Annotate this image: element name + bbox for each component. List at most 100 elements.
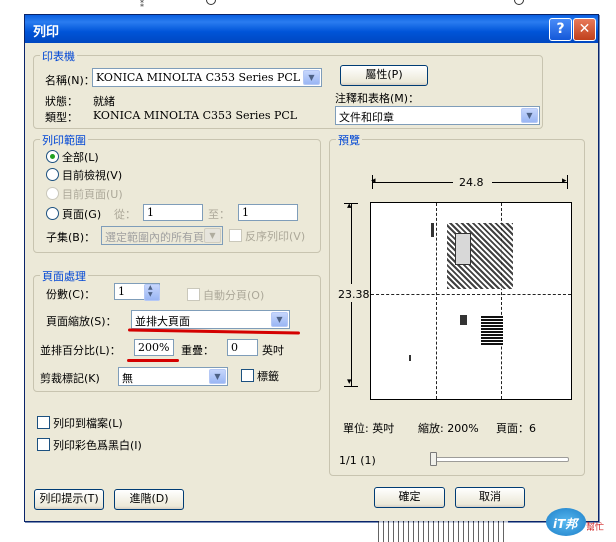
chevron-down-icon[interactable]: ▼ — [209, 369, 226, 384]
chevron-down-icon: ▼ — [204, 228, 221, 243]
properties-button[interactable]: 屬性(P) — [340, 65, 428, 86]
dim-width-line-left — [373, 182, 453, 183]
arrow-up-icon: ▴ — [347, 201, 352, 211]
comments-label: 注釋和表格(M)： — [335, 92, 420, 105]
radio-current-view-label: 目前檢視(V) — [62, 169, 123, 182]
dim-height-line-top — [351, 204, 352, 284]
radio-current-page-label: 目前頁面(U) — [62, 188, 123, 201]
site-logo: iT邦 幫忙 — [546, 508, 610, 538]
background-circle-icon — [206, 0, 216, 5]
overlap-label: 重疊： — [181, 344, 214, 357]
subset-select: 選定範圍內的所有頁 ▼ — [101, 226, 223, 245]
to-label: 至： — [208, 208, 230, 221]
annotation-underline — [127, 359, 179, 362]
radio-all-label: 全部(L) — [62, 151, 99, 164]
arrow-left-icon: ◂ — [371, 176, 376, 186]
overlap-unit: 英吋 — [262, 344, 284, 357]
dim-height-line-bottom — [351, 302, 352, 386]
preview-page-index: 1/1 (1) — [339, 454, 376, 467]
radio-all[interactable] — [46, 150, 59, 163]
tile-guide-h — [371, 294, 571, 295]
close-button[interactable]: ✕ — [573, 18, 596, 41]
cut-marks-select[interactable]: 無 ▼ — [118, 367, 228, 386]
subset-value: 選定範圍內的所有頁 — [105, 231, 204, 244]
radio-pages[interactable] — [46, 207, 59, 220]
spin-down-icon[interactable]: ▼ — [148, 291, 153, 298]
print-tips-button[interactable]: 列印提示(T) — [34, 489, 104, 510]
logo-subtext: 幫忙 — [586, 523, 605, 533]
radio-pages-label: 頁面(G) — [62, 208, 102, 221]
from-input[interactable]: 1 — [143, 204, 203, 221]
preview-pages: 頁面：6 — [496, 422, 536, 435]
chevron-down-icon[interactable]: ▼ — [521, 108, 538, 123]
scaling-select[interactable]: 並排大頁面 ▼ — [131, 310, 290, 329]
scaling-label: 頁面縮放(S)： — [46, 315, 117, 328]
chevron-down-icon[interactable]: ▼ — [271, 312, 288, 327]
tile-scale-input[interactable]: 200% — [134, 339, 174, 356]
print-to-file-checkbox[interactable] — [37, 416, 50, 429]
collate-label: 自動分頁(O) — [203, 289, 265, 302]
status-label: 狀態： — [45, 95, 78, 108]
preview-image-block — [481, 315, 503, 345]
dialog-title: 列印 — [33, 25, 60, 40]
print-color-bw-label: 列印彩色爲黑白(I) — [53, 439, 142, 452]
reverse-checkbox — [229, 229, 242, 242]
background-barcode — [378, 521, 508, 542]
title-bar[interactable]: 列印 ? ✕ — [25, 15, 598, 43]
comments-value: 文件和印章 — [339, 111, 394, 124]
cut-marks-label: 剪裁標記(K) — [40, 372, 100, 385]
preview-zoom: 縮放: 200% — [418, 422, 479, 435]
reverse-label: 反序列印(V) — [245, 230, 306, 243]
tile-scale-label: 並排百分比(L)： — [40, 344, 121, 357]
cut-marks-value: 無 — [122, 372, 133, 385]
background-fragment: ⁑ — [140, 0, 144, 9]
copies-spinner[interactable]: ▲ ▼ — [144, 284, 160, 301]
type-label: 類型： — [45, 111, 78, 124]
preview-units: 單位: 英吋 — [343, 422, 395, 435]
dim-width-line-right — [492, 182, 567, 183]
copies-label: 份數(C)： — [46, 288, 96, 301]
cancel-button[interactable]: 取消 — [455, 487, 525, 508]
preview-mark — [409, 355, 411, 361]
dim-width-tick-right — [567, 175, 568, 189]
help-button[interactable]: ? — [549, 18, 572, 41]
overlap-input[interactable]: 0 — [227, 339, 258, 356]
preview-group-label: 預覽 — [336, 132, 362, 148]
arrow-down-icon: ▾ — [347, 377, 352, 387]
collate-checkbox — [187, 288, 200, 301]
logo-text: iT邦 — [553, 517, 578, 531]
printer-name-label: 名稱(N)： — [45, 74, 95, 87]
from-label: 從： — [114, 208, 136, 221]
chevron-down-icon[interactable]: ▼ — [303, 70, 320, 85]
arrow-right-icon: ▸ — [562, 176, 567, 186]
tile-guide-v — [436, 203, 437, 399]
preview-mark — [431, 223, 434, 237]
preview-height-value: 23.38 — [338, 288, 370, 301]
print-color-bw-checkbox[interactable] — [37, 438, 50, 451]
printer-name-value: KONICA MINOLTA C353 Series PCL — [96, 71, 301, 84]
status-value: 就緒 — [93, 95, 115, 108]
advanced-button[interactable]: 進階(D) — [114, 489, 184, 510]
background-circle-icon — [514, 0, 524, 5]
type-value: KONICA MINOLTA C353 Series PCL — [93, 109, 298, 122]
radio-current-view[interactable] — [46, 168, 59, 181]
comments-select[interactable]: 文件和印章 ▼ — [335, 106, 540, 125]
to-input[interactable]: 1 — [238, 204, 298, 221]
preview-width-value: 24.8 — [459, 176, 484, 189]
preview-image-block — [460, 315, 467, 325]
radio-current-page — [46, 187, 59, 200]
print-to-file-label: 列印到檔案(L) — [53, 417, 123, 430]
preview-page-slider[interactable] — [430, 457, 569, 462]
labels-checkbox[interactable] — [241, 369, 254, 382]
preview-canvas — [370, 202, 572, 400]
labels-label: 標籤 — [257, 370, 279, 383]
printer-name-select[interactable]: KONICA MINOLTA C353 Series PCL ▼ — [92, 68, 322, 87]
preview-image-block — [455, 233, 471, 265]
print-range-group-label: 列印範圍 — [40, 132, 88, 148]
subset-label: 子集(B)： — [46, 231, 96, 244]
page-handling-group-label: 頁面處理 — [40, 268, 88, 284]
ok-button[interactable]: 確定 — [374, 487, 445, 508]
preview-page-slider-thumb[interactable] — [430, 452, 437, 466]
spin-up-icon[interactable]: ▲ — [148, 284, 153, 291]
scaling-value: 並排大頁面 — [135, 315, 190, 328]
